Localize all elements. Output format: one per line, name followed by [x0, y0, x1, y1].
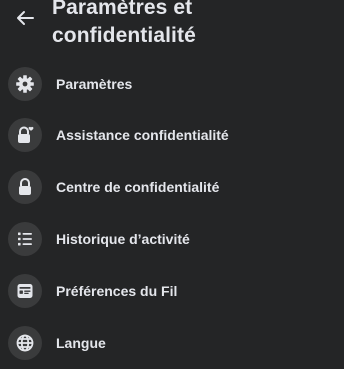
menu-item-preferences-fil[interactable]: Préférences du Fil [0, 265, 344, 317]
menu-item-label: Historique d’activité [56, 231, 190, 247]
menu-item-label: Assistance confidentialité [56, 127, 229, 143]
menu-item-icon-wrap [8, 326, 42, 360]
back-button[interactable] [12, 6, 38, 30]
menu-item-icon-wrap [8, 274, 42, 308]
menu-item-historique-activite[interactable]: Historique d’activité [0, 213, 344, 265]
arrow-left-icon [17, 11, 34, 25]
header: Paramètres et confidentialité [0, 0, 344, 58]
menu-item-icon-wrap [8, 118, 42, 152]
menu-item-icon-wrap [8, 67, 42, 101]
globe-icon [16, 334, 34, 352]
lock-heart-icon [18, 126, 34, 143]
menu-item-label: Langue [56, 335, 106, 351]
menu-item-icon-wrap [8, 222, 42, 256]
page-title: Paramètres et confidentialité [52, 0, 196, 47]
menu-item-label: Paramètres [56, 76, 133, 92]
menu-item-label: Préférences du Fil [56, 283, 178, 299]
menu-item-label: Centre de confidentialité [56, 179, 220, 195]
lock-icon [19, 178, 31, 195]
menu-item-assistance-confidentialite[interactable]: Assistance confidentialité [0, 109, 344, 161]
gear-icon [16, 75, 34, 93]
menu-item-centre-confidentialite[interactable]: Centre de confidentialité [0, 161, 344, 213]
list-icon [18, 232, 32, 246]
feed-icon [17, 284, 33, 298]
menu-item-parametres[interactable]: Paramètres [0, 58, 344, 110]
menu-item-langue[interactable]: Langue [0, 317, 344, 369]
menu-item-icon-wrap [8, 170, 42, 204]
